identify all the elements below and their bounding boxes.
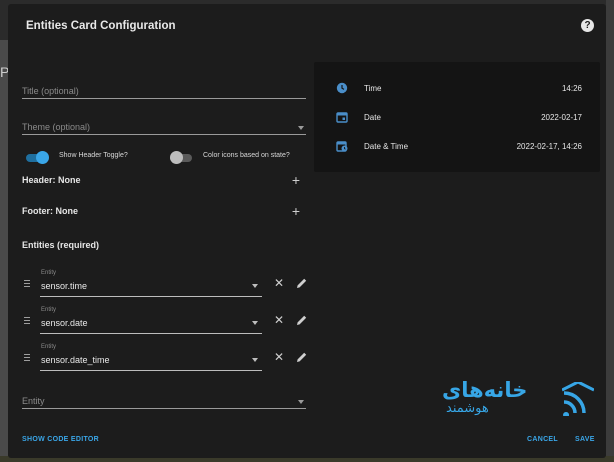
title-field[interactable]: Title (optional)	[22, 82, 306, 99]
theme-placeholder: Theme (optional)	[22, 122, 91, 132]
chevron-down-icon	[252, 284, 258, 288]
entity-row: Entity sensor.date_time ✕	[22, 342, 312, 374]
drag-handle-icon[interactable]	[24, 280, 30, 289]
background-page-strip	[0, 40, 8, 460]
remove-entity-icon[interactable]: ✕	[274, 314, 284, 326]
preview-entity-name: Time	[364, 84, 382, 93]
watermark-line2: هوشمند	[446, 401, 489, 416]
calendar-clock-icon	[336, 141, 348, 152]
clock-icon	[336, 82, 348, 94]
new-entity-placeholder: Entity	[22, 396, 45, 406]
chevron-down-icon	[252, 358, 258, 362]
preview-entity-state: 2022-02-17, 14:26	[516, 142, 582, 151]
add-footer-icon[interactable]: +	[290, 204, 302, 218]
watermark-line1: خانه‌های	[442, 378, 528, 402]
drag-handle-icon[interactable]	[24, 354, 30, 363]
entity-select-label: Entity	[41, 307, 57, 313]
entity-select-value: sensor.date	[41, 318, 88, 328]
dialog-title: Entities Card Configuration	[26, 20, 176, 32]
remove-entity-icon[interactable]: ✕	[274, 351, 284, 363]
edit-icon[interactable]	[296, 277, 308, 289]
help-icon[interactable]: ?	[581, 19, 594, 32]
preview-row[interactable]: Time 14:26	[314, 78, 600, 100]
edit-icon[interactable]	[296, 314, 308, 326]
chevron-down-icon	[252, 321, 258, 325]
entity-select[interactable]: Entity sensor.time	[40, 268, 262, 297]
color-icons-toggle-label: Color icons based on state?	[203, 152, 290, 159]
entities-title: Entities (required)	[22, 240, 100, 250]
preview-entity-state: 14:26	[561, 84, 582, 93]
entity-select[interactable]: Entity sensor.date_time	[40, 342, 262, 371]
chevron-down-icon	[298, 126, 304, 130]
title-placeholder: Title (optional)	[22, 86, 79, 96]
entity-row: Entity sensor.time ✕	[22, 268, 312, 300]
preview-entity-name: Date & Time	[364, 142, 409, 151]
entity-row: Entity sensor.date ✕	[22, 305, 312, 337]
edit-icon[interactable]	[296, 351, 308, 363]
preview-entity-name: Date	[364, 113, 381, 122]
entity-select-value: sensor.date_time	[41, 355, 110, 365]
chevron-down-icon	[298, 400, 304, 404]
theme-select[interactable]: Theme (optional)	[22, 118, 306, 135]
entities-card-dialog: Entities Card Configuration ? Title (opt…	[8, 4, 606, 458]
preview-entity-state: 2022-02-17	[541, 113, 582, 122]
footer-label: Footer: None	[22, 206, 78, 216]
preview-row[interactable]: Date 2022-02-17	[314, 107, 600, 129]
entity-select-value: sensor.time	[41, 281, 88, 291]
show-code-editor-button[interactable]: SHOW CODE EDITOR	[22, 436, 99, 443]
drag-handle-icon[interactable]	[24, 317, 30, 326]
save-button[interactable]: SAVE	[575, 436, 595, 443]
calendar-icon	[336, 112, 348, 123]
wifi-home-icon	[562, 382, 594, 416]
header-label: Header: None	[22, 175, 81, 185]
watermark-logo: خانه‌های هوشمند	[436, 378, 596, 420]
show-header-toggle-label: Show Header Toggle?	[59, 152, 128, 159]
card-preview: Time 14:26 Date 2022-02-17 Date & Time 2…	[314, 62, 600, 172]
remove-entity-icon[interactable]: ✕	[274, 277, 284, 289]
new-entity-select[interactable]: Entity	[22, 392, 306, 409]
entity-select-label: Entity	[41, 344, 57, 350]
entity-select[interactable]: Entity sensor.date	[40, 305, 262, 334]
add-header-icon[interactable]: +	[290, 173, 302, 187]
background-right-strip	[606, 0, 614, 462]
preview-row[interactable]: Date & Time 2022-02-17, 14:26	[314, 136, 600, 158]
cancel-button[interactable]: CANCEL	[527, 436, 558, 443]
entity-select-label: Entity	[41, 270, 57, 276]
